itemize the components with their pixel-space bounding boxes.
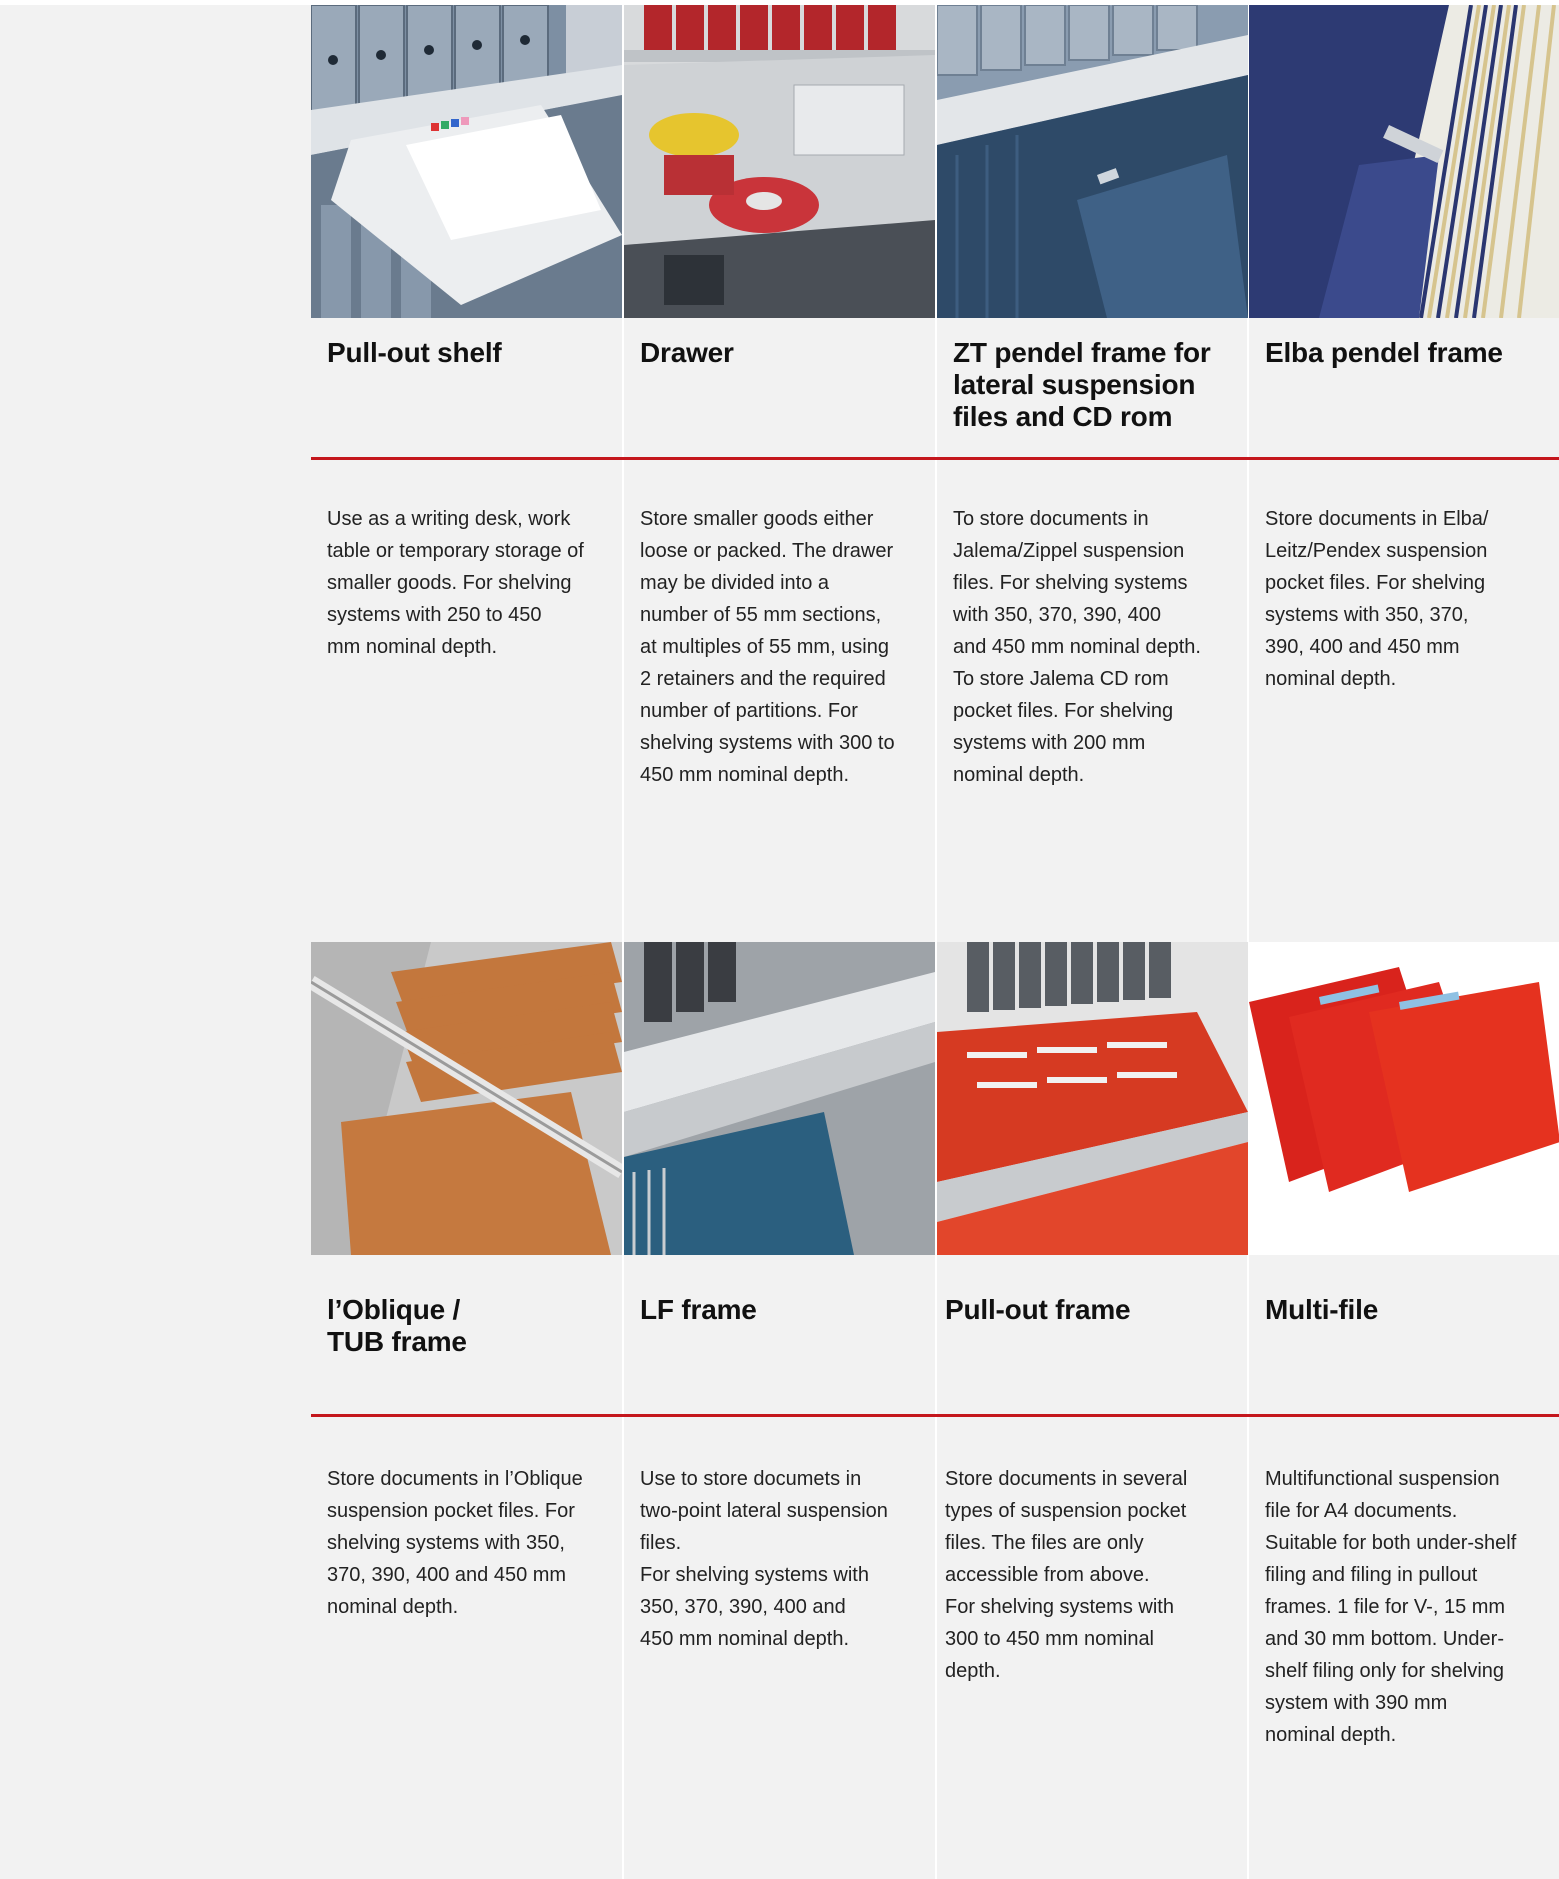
drawer-photo: [624, 5, 935, 318]
title-rule: [937, 457, 1250, 460]
product-title: Multi-file: [1265, 1294, 1379, 1325]
title-rule: [624, 457, 937, 460]
product-title: LF frame: [640, 1294, 757, 1325]
lf-frame-photo: [624, 942, 935, 1255]
product-title: l’Oblique / TUB frame: [327, 1294, 467, 1357]
product-title: Drawer: [640, 337, 734, 368]
product-title: ZT pendel frame for lateral suspension f…: [953, 337, 1211, 432]
multi-file-photo: [1249, 942, 1559, 1255]
loblique-tub-frame-photo: [311, 942, 622, 1255]
product-description: Use to store documets in two-point later…: [640, 1468, 888, 1650]
product-title: Pull-out shelf: [327, 337, 502, 368]
elba-pendel-frame-photo: [1249, 5, 1559, 318]
product-description: Store documents in Elba/ Leitz/Pendex su…: [1265, 508, 1489, 690]
product-description: Store documents in l’Oblique suspension …: [327, 1468, 583, 1618]
product-title: Elba pendel frame: [1265, 337, 1503, 368]
product-description: Store documents in several types of susp…: [945, 1468, 1188, 1682]
product-title: Pull-out frame: [945, 1294, 1131, 1325]
title-rule: [624, 1414, 937, 1417]
title-rule: [1249, 457, 1559, 460]
product-description: Use as a writing desk, work table or tem…: [327, 508, 584, 658]
title-rule: [311, 457, 624, 460]
product-description: Store smaller goods either loose or pack…: [640, 508, 895, 786]
title-rule: [937, 1414, 1250, 1417]
product-grid: Pull-out shelf Use as a writing desk, wo…: [311, 5, 1559, 1879]
zt-pendel-frame-photo: [937, 5, 1248, 318]
title-rule: [1249, 1414, 1559, 1417]
pull-out-shelf-photo: [311, 5, 622, 318]
product-description: Multifunctional suspension file for A4 d…: [1265, 1468, 1517, 1746]
title-rule: [311, 1414, 624, 1417]
product-description: To store documents in Jalema/Zippel susp…: [953, 508, 1201, 786]
pull-out-frame-photo: [937, 942, 1248, 1255]
